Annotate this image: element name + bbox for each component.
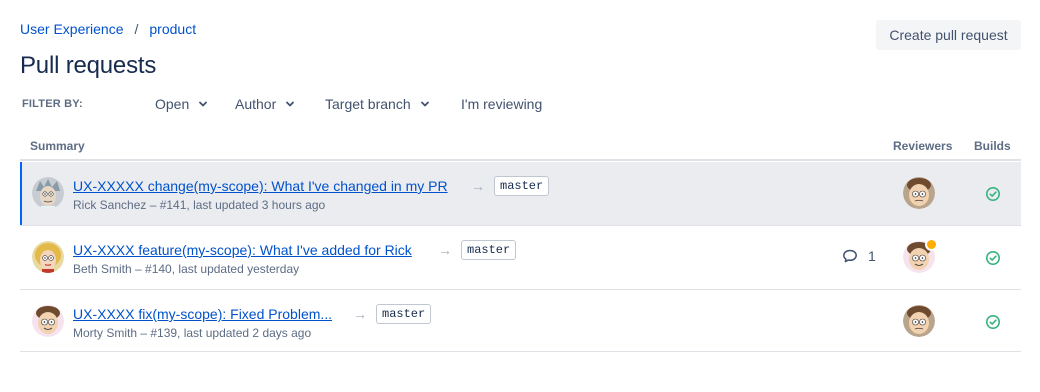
breadcrumb-project-link[interactable]: User Experience: [20, 21, 124, 37]
table-header: Summary Reviewers Builds: [20, 132, 1021, 161]
beth-avatar: [32, 241, 64, 273]
author-filter-label: Author: [235, 96, 277, 112]
filter-label: FILTER BY:: [22, 98, 83, 110]
arrow-right-icon: →: [471, 178, 485, 194]
build-success-icon[interactable]: [985, 186, 1001, 202]
builds-column-header: Builds: [974, 139, 1011, 153]
pr-meta: Beth Smith – #140, last updated yesterda…: [73, 262, 300, 276]
reviewer-avatar[interactable]: [903, 238, 938, 273]
reviewers-column-header: Reviewers: [893, 139, 953, 153]
table-row[interactable]: UX-XXXXX change(my-scope): What I've cha…: [20, 162, 1021, 226]
rick-avatar: [32, 177, 64, 209]
create-pull-request-button[interactable]: Create pull request: [876, 20, 1021, 50]
reviewing-filter-toggle[interactable]: I'm reviewing: [461, 96, 542, 112]
target-branch-filter-label: Target branch: [325, 96, 411, 112]
pr-title-link[interactable]: UX-XXXXX change(my-scope): What I've cha…: [73, 178, 448, 194]
chevron-down-icon: [199, 101, 208, 107]
state-filter-dropdown[interactable]: Open: [155, 96, 209, 112]
chevron-down-icon: [286, 101, 295, 107]
target-branch-filter-dropdown[interactable]: Target branch: [325, 96, 431, 112]
pr-meta: Morty Smith – #139, last updated 2 days …: [73, 326, 312, 340]
filter-bar: FILTER BY: Open Author Target branch I'm…: [22, 92, 622, 118]
reviewer-avatar[interactable]: [903, 177, 935, 209]
table-row[interactable]: UX-XXXX feature(my-scope): What I've add…: [20, 226, 1021, 290]
pr-meta: Rick Sanchez – #141, last updated 3 hour…: [73, 198, 326, 212]
comment-icon: [843, 249, 857, 263]
pr-title-link[interactable]: UX-XXXX feature(my-scope): What I've add…: [73, 242, 412, 258]
build-success-icon[interactable]: [985, 314, 1001, 330]
summary-column-header: Summary: [30, 139, 85, 153]
arrow-right-icon: →: [438, 242, 452, 258]
author-filter-dropdown[interactable]: Author: [235, 96, 296, 112]
reviewing-filter-label: I'm reviewing: [461, 96, 543, 112]
branch-label: master: [376, 304, 432, 324]
branch-label: master: [461, 240, 517, 260]
arrow-right-icon: →: [353, 306, 367, 322]
pr-title-link[interactable]: UX-XXXX fix(my-scope): Fixed Problem...: [73, 306, 332, 322]
reviewer-avatar[interactable]: [903, 305, 935, 337]
needs-work-badge-icon: [925, 238, 938, 251]
branch-label: master: [494, 176, 550, 196]
morty-avatar: [903, 305, 935, 337]
comment-count-value: 1: [868, 248, 876, 264]
state-filter-label: Open: [155, 96, 190, 112]
build-success-icon[interactable]: [985, 250, 1001, 266]
page-title: Pull requests: [20, 52, 157, 79]
comment-count[interactable]: 1: [842, 248, 876, 264]
breadcrumb-separator: /: [134, 21, 139, 37]
morty-avatar: [903, 177, 935, 209]
table-row[interactable]: UX-XXXX fix(my-scope): Fixed Problem... …: [20, 290, 1021, 352]
breadcrumb-repo-link[interactable]: product: [149, 21, 196, 37]
morty-avatar: [32, 305, 64, 337]
breadcrumb: User Experience / product: [20, 21, 196, 37]
chevron-down-icon: [420, 101, 429, 107]
